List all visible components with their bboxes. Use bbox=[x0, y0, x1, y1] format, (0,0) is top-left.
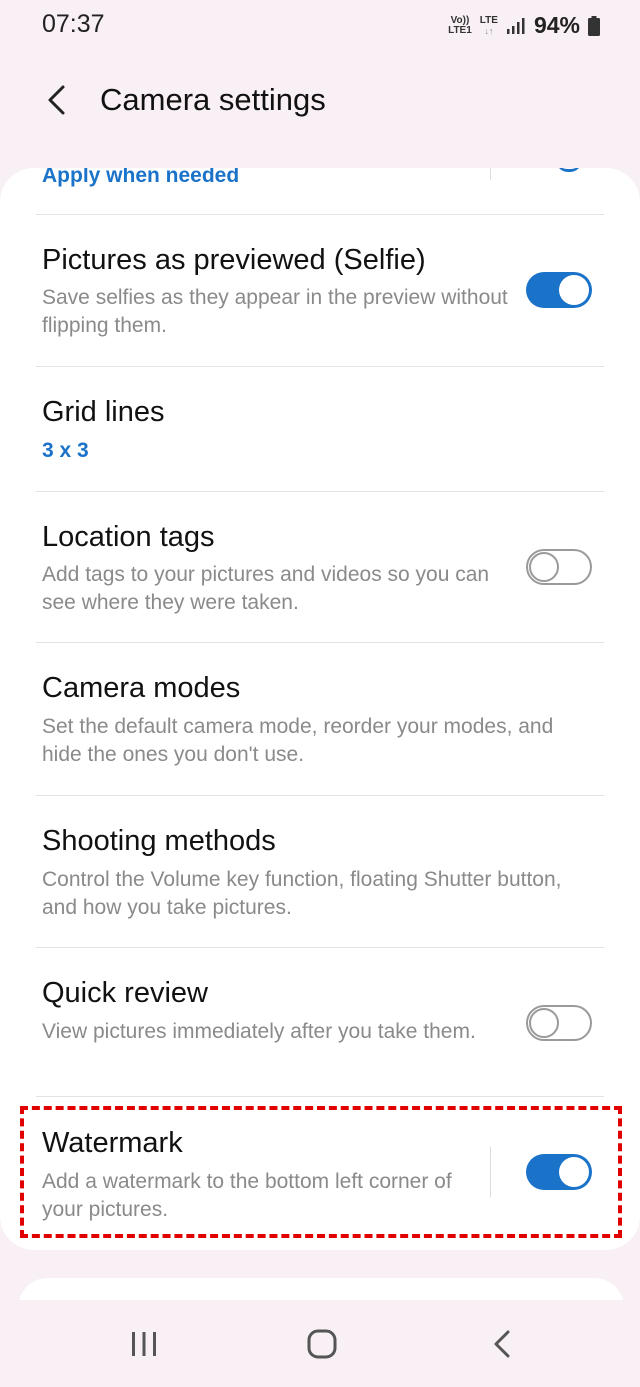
toggle-partial[interactable] bbox=[556, 168, 582, 172]
setting-title: Shooting methods bbox=[42, 825, 276, 857]
chevron-left-icon[interactable] bbox=[38, 78, 74, 122]
setting-quick-review[interactable]: Quick review View pictures immediately a… bbox=[0, 948, 640, 1096]
setting-subtitle: Set the default camera mode, reorder you… bbox=[42, 715, 554, 766]
navigation-bar bbox=[0, 1300, 640, 1387]
setting-location-tags[interactable]: Location tags Add tags to your pictures … bbox=[0, 492, 640, 642]
recents-icon[interactable] bbox=[122, 1326, 166, 1362]
back-icon[interactable] bbox=[480, 1326, 524, 1362]
setting-grid-lines[interactable]: Grid lines 3 x 3 bbox=[0, 367, 640, 491]
status-bar: 07:37 Vo)) LTE1 LTE ↓↑ 94% bbox=[0, 0, 640, 50]
setting-subtitle: View pictures immediately after you take… bbox=[42, 1020, 476, 1043]
setting-subtitle: Control the Volume key function, floatin… bbox=[42, 868, 562, 919]
status-time: 07:37 bbox=[42, 10, 105, 38]
setting-shooting-methods[interactable]: Shooting methods Control the Volume key … bbox=[0, 796, 640, 947]
battery-percent: 94% bbox=[533, 12, 580, 38]
setting-title: Quick review bbox=[42, 977, 208, 1009]
toggle-location-tags[interactable] bbox=[526, 549, 592, 585]
vertical-divider bbox=[490, 168, 491, 180]
settings-card: Apply when needed Pictures as previewed … bbox=[0, 168, 640, 1250]
partial-setting-value: Apply when needed bbox=[42, 168, 240, 187]
setting-title: Pictures as previewed (Selfie) bbox=[42, 244, 426, 276]
signal-icon bbox=[506, 17, 525, 34]
setting-title: Camera modes bbox=[42, 672, 241, 704]
setting-value: 3 x 3 bbox=[42, 439, 89, 462]
partial-setting-row[interactable]: Apply when needed bbox=[0, 168, 640, 214]
battery-icon bbox=[588, 15, 600, 36]
lte-icon: LTE ↓↑ bbox=[479, 14, 498, 36]
page-title: Camera settings bbox=[100, 82, 326, 117]
setting-camera-modes[interactable]: Camera modes Set the default camera mode… bbox=[0, 643, 640, 795]
setting-subtitle: Save selfies as they appear in the previ… bbox=[42, 286, 508, 337]
status-icons: Vo)) LTE1 LTE ↓↑ 94% bbox=[448, 12, 600, 39]
setting-pictures-as-previewed[interactable]: Pictures as previewed (Selfie) Save self… bbox=[0, 215, 640, 366]
toggle-pictures-as-previewed[interactable] bbox=[526, 272, 592, 308]
toggle-quick-review[interactable] bbox=[526, 1005, 592, 1041]
setting-title: Grid lines bbox=[42, 396, 165, 428]
setting-title: Location tags bbox=[42, 521, 215, 553]
highlight-box bbox=[20, 1106, 622, 1238]
home-icon[interactable] bbox=[300, 1326, 344, 1362]
setting-subtitle: Add tags to your pictures and videos so … bbox=[42, 563, 490, 614]
volte-icon: Vo)) LTE1 bbox=[448, 14, 472, 36]
app-bar: Camera settings bbox=[0, 62, 640, 142]
